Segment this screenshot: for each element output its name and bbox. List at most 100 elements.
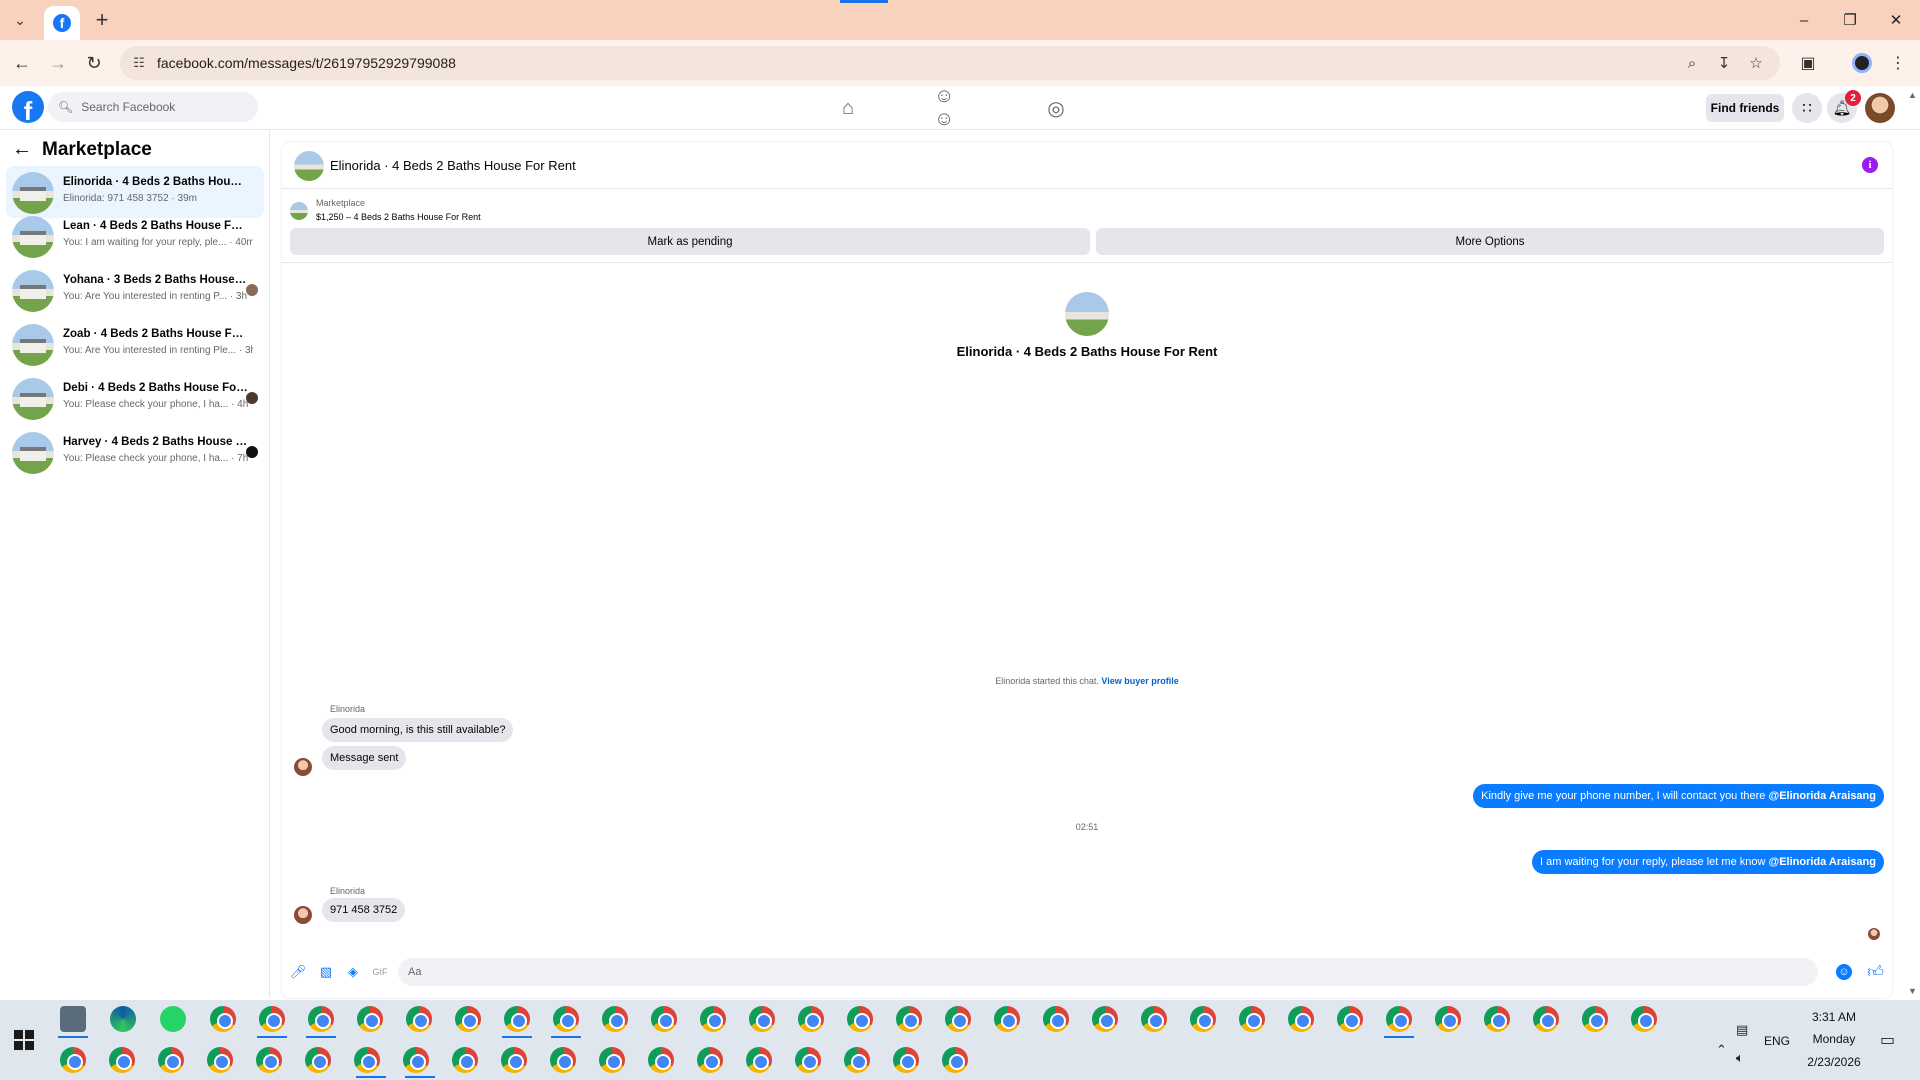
- gif-icon[interactable]: GIF: [372, 964, 388, 980]
- url-text[interactable]: facebook.com/messages/t/2619795292979908…: [157, 55, 456, 71]
- mark-as-pending-button[interactable]: Mark as pending: [290, 228, 1090, 255]
- bookmark-star-icon[interactable]: ☆: [1746, 53, 1766, 73]
- friends-icon[interactable]: ☺☺: [934, 85, 970, 130]
- chrome-icon[interactable]: [553, 1006, 579, 1032]
- mention[interactable]: @Elinorida Araisang: [1768, 856, 1876, 868]
- conversation-item[interactable]: Zoab · 4 Beds 2 Baths House For R... You…: [6, 318, 264, 370]
- chrome-icon[interactable]: [697, 1047, 723, 1073]
- info-icon[interactable]: i: [1862, 157, 1878, 173]
- conversation-item[interactable]: Debi · 4 Beds 2 Baths House For... You: …: [6, 372, 264, 424]
- new-tab-plus-icon[interactable]: +: [90, 7, 114, 32]
- app-icon[interactable]: [60, 1006, 86, 1032]
- minimize-icon[interactable]: –: [1782, 6, 1826, 34]
- install-app-icon[interactable]: ↧: [1714, 53, 1734, 73]
- scroll-up-arrow-icon[interactable]: ▲: [1908, 90, 1917, 100]
- menu-grid-icon[interactable]: ∷: [1792, 93, 1822, 123]
- conversation-item[interactable]: Yohana · 3 Beds 2 Baths House F... You: …: [6, 264, 264, 316]
- mention[interactable]: @Elinorida Araisang: [1768, 790, 1876, 802]
- browser-menu-icon[interactable]: ⋮: [1886, 51, 1910, 75]
- chrome-icon[interactable]: [602, 1006, 628, 1032]
- account-avatar[interactable]: [1865, 93, 1895, 123]
- chrome-icon[interactable]: [648, 1047, 674, 1073]
- scroll-down-arrow-icon[interactable]: ▼: [1908, 986, 1917, 996]
- photo-icon[interactable]: ▧: [318, 964, 334, 980]
- find-friends-button[interactable]: Find friends: [1706, 94, 1784, 122]
- chrome-icon[interactable]: [109, 1047, 135, 1073]
- chrome-icon[interactable]: [896, 1006, 922, 1032]
- chrome-icon[interactable]: [599, 1047, 625, 1073]
- chrome-icon[interactable]: [403, 1047, 429, 1073]
- edge-icon[interactable]: [110, 1006, 136, 1032]
- chrome-icon[interactable]: [1141, 1006, 1167, 1032]
- chrome-icon[interactable]: [795, 1047, 821, 1073]
- chrome-icon[interactable]: [501, 1047, 527, 1073]
- message-input[interactable]: [398, 958, 1818, 986]
- conversation-item[interactable]: Harvey · 4 Beds 2 Baths House F... You: …: [6, 426, 264, 478]
- chrome-icon[interactable]: [945, 1006, 971, 1032]
- sender-avatar[interactable]: [294, 906, 312, 924]
- chrome-icon[interactable]: [1484, 1006, 1510, 1032]
- incoming-message[interactable]: 971 458 3752: [322, 898, 406, 922]
- chrome-icon[interactable]: [1239, 1006, 1265, 1032]
- incoming-message[interactable]: Good morning, is this still available?: [322, 718, 514, 742]
- chrome-icon[interactable]: [308, 1006, 334, 1032]
- view-buyer-profile-link[interactable]: View buyer profile: [1101, 676, 1178, 686]
- sender-avatar[interactable]: [294, 758, 312, 776]
- close-window-icon[interactable]: ✕: [1874, 6, 1918, 34]
- chrome-icon[interactable]: [700, 1006, 726, 1032]
- thumbs-up-icon[interactable]: 👍︎: [1867, 963, 1884, 982]
- chrome-icon[interactable]: [749, 1006, 775, 1032]
- forward-arrow-icon[interactable]: →: [46, 51, 70, 75]
- chrome-icon[interactable]: [158, 1047, 184, 1073]
- chrome-icon[interactable]: [942, 1047, 968, 1073]
- clock-day[interactable]: Monday: [1804, 1032, 1864, 1046]
- chrome-icon[interactable]: [354, 1047, 380, 1073]
- chrome-icon[interactable]: [1092, 1006, 1118, 1032]
- network-icon[interactable]: ▤: [1736, 1022, 1748, 1038]
- windows-start-icon[interactable]: [14, 1030, 34, 1050]
- more-options-button[interactable]: More Options: [1096, 228, 1884, 255]
- chrome-icon[interactable]: [452, 1047, 478, 1073]
- profile-icon[interactable]: [1850, 51, 1874, 75]
- incoming-message[interactable]: Message sent: [322, 746, 407, 770]
- chrome-icon[interactable]: [1337, 1006, 1363, 1032]
- chrome-icon[interactable]: [256, 1047, 282, 1073]
- chrome-icon[interactable]: [1190, 1006, 1216, 1032]
- chrome-icon[interactable]: [305, 1047, 331, 1073]
- notifications-center-icon[interactable]: ▭: [1880, 1030, 1895, 1050]
- emoji-icon[interactable]: ☺: [1836, 964, 1852, 980]
- facebook-search-input[interactable]: 🔍︎ Search Facebook: [48, 92, 258, 122]
- reload-icon[interactable]: ↻: [82, 51, 106, 75]
- whatsapp-icon[interactable]: [160, 1006, 186, 1032]
- conversation-item[interactable]: Lean · 4 Beds 2 Baths House For R... You…: [6, 210, 264, 262]
- omnibox[interactable]: ☷ facebook.com/messages/t/26197952929799…: [120, 46, 1780, 80]
- chrome-icon[interactable]: [60, 1047, 86, 1073]
- chrome-icon[interactable]: [651, 1006, 677, 1032]
- chrome-icon[interactable]: [1288, 1006, 1314, 1032]
- chrome-icon[interactable]: [406, 1006, 432, 1032]
- chrome-icon[interactable]: [1631, 1006, 1657, 1032]
- clock-date[interactable]: 2/23/2026: [1798, 1055, 1870, 1069]
- extensions-icon[interactable]: ▣: [1796, 51, 1820, 75]
- chrome-icon[interactable]: [357, 1006, 383, 1032]
- chrome-icon[interactable]: [798, 1006, 824, 1032]
- chrome-icon[interactable]: [550, 1047, 576, 1073]
- outgoing-message[interactable]: I am waiting for your reply, please let …: [1532, 850, 1884, 874]
- browser-tab-facebook[interactable]: f: [44, 6, 80, 40]
- restore-icon[interactable]: ❐: [1828, 6, 1872, 34]
- sticker-icon[interactable]: ◈: [345, 964, 361, 980]
- chrome-icon[interactable]: [893, 1047, 919, 1073]
- chrome-icon[interactable]: [1435, 1006, 1461, 1032]
- groups-icon[interactable]: ◎: [1038, 94, 1074, 122]
- listing-thumbnail[interactable]: [294, 151, 324, 181]
- chrome-icon[interactable]: [210, 1006, 236, 1032]
- chrome-icon[interactable]: [844, 1047, 870, 1073]
- chrome-icon[interactable]: [259, 1006, 285, 1032]
- chrome-icon[interactable]: [1386, 1006, 1412, 1032]
- chrome-icon[interactable]: [1043, 1006, 1069, 1032]
- chrome-icon[interactable]: [207, 1047, 233, 1073]
- microphone-icon[interactable]: 🎤︎: [290, 964, 307, 980]
- back-arrow-icon[interactable]: ←: [10, 51, 34, 75]
- chrome-icon[interactable]: [504, 1006, 530, 1032]
- chrome-icon[interactable]: [746, 1047, 772, 1073]
